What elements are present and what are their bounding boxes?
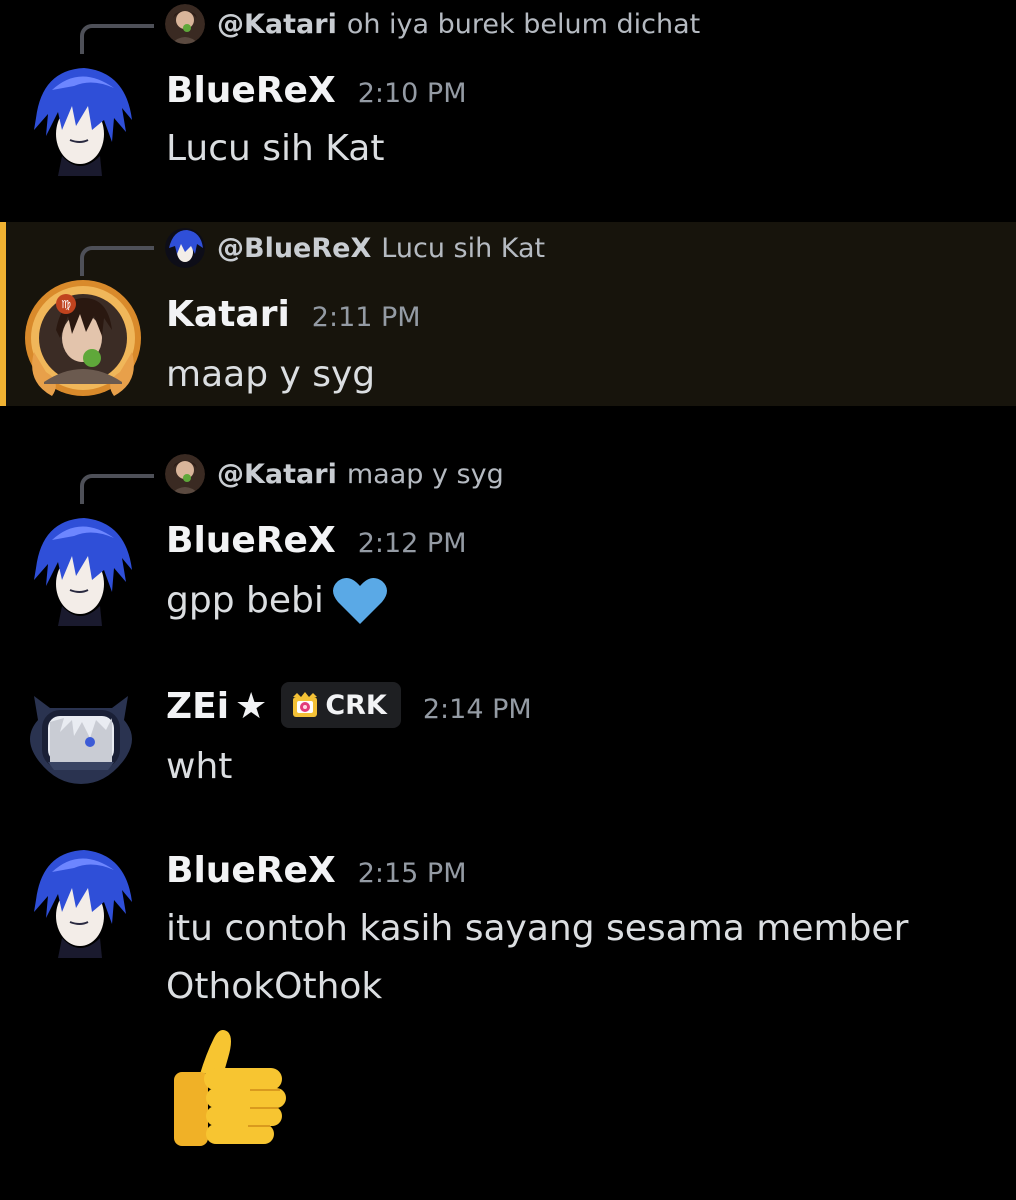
message-header: BlueReX 2:15 PM: [166, 850, 467, 891]
message-header: ZEi ★ CRK 2:14 PM: [166, 682, 532, 732]
server-tag-label: CRK: [325, 689, 387, 721]
username-star: ★: [235, 686, 268, 727]
message-text: wht: [166, 746, 233, 787]
username[interactable]: ZEi: [166, 686, 229, 727]
reply-text[interactable]: maap y syg: [347, 459, 504, 490]
katari-mini-avatar[interactable]: [165, 454, 205, 494]
message-header: Katari 2:11 PM: [166, 294, 421, 335]
message-text-line: gpp bebi: [166, 580, 324, 621]
timestamp[interactable]: 2:10 PM: [358, 78, 467, 109]
bluerex-avatar[interactable]: [22, 842, 138, 958]
username[interactable]: Katari: [166, 294, 290, 335]
bluerex-mini-avatar[interactable]: [165, 228, 205, 268]
svg-text:♍: ♍: [61, 298, 71, 311]
reply-preview[interactable]: @Katari oh iya burek belum dichat: [165, 4, 700, 44]
username[interactable]: BlueReX: [166, 850, 336, 891]
timestamp[interactable]: 2:11 PM: [312, 302, 421, 333]
timestamp[interactable]: 2:12 PM: [358, 528, 467, 559]
reply-preview[interactable]: @BlueReX Lucu sih Kat: [165, 228, 545, 268]
reply-username[interactable]: @Katari: [217, 9, 337, 40]
bluerex-avatar[interactable]: [22, 510, 138, 626]
katari-mini-avatar[interactable]: [165, 4, 205, 44]
thumbs-up-icon: [174, 1030, 286, 1146]
message-2: @BlueReX Lucu sih Kat ♍ Katari 2:11 PM m…: [0, 222, 1016, 406]
reply-username[interactable]: @BlueReX: [217, 233, 371, 264]
reply-preview[interactable]: @Katari maap y syg: [165, 454, 504, 494]
message-text-line: itu contoh kasih sayang sesama member: [166, 908, 909, 949]
reply-text[interactable]: oh iya burek belum dichat: [347, 9, 700, 40]
katari-avatar[interactable]: ♍: [22, 272, 144, 402]
username[interactable]: BlueReX: [166, 520, 336, 561]
message-4: ZEi ★ CRK 2:14 PM wht: [0, 672, 1016, 812]
message-text: Lucu sih Kat: [166, 128, 385, 169]
message-1: @Katari oh iya burek belum dichat BlueRe…: [0, 0, 1016, 200]
timestamp[interactable]: 2:14 PM: [423, 694, 532, 725]
username[interactable]: BlueReX: [166, 70, 336, 111]
bluerex-avatar[interactable]: [22, 60, 138, 176]
message-header: BlueReX 2:12 PM: [166, 520, 467, 561]
server-tag[interactable]: CRK: [281, 682, 401, 728]
message-header: BlueReX 2:10 PM: [166, 70, 467, 111]
reply-text[interactable]: Lucu sih Kat: [381, 233, 545, 264]
reply-connector: [80, 474, 154, 504]
message-5: BlueReX 2:15 PM itu contoh kasih sayang …: [0, 838, 1016, 1178]
blue-heart-icon: [332, 577, 387, 624]
message-text: gpp bebi: [166, 572, 388, 630]
timestamp[interactable]: 2:15 PM: [358, 858, 467, 889]
reply-connector: [80, 24, 154, 54]
crown-icon: [293, 692, 318, 717]
message-text: maap y syg: [166, 354, 376, 395]
message-3: @Katari maap y syg BlueReX 2:12 PM gpp b…: [0, 450, 1016, 650]
reply-username[interactable]: @Katari: [217, 459, 337, 490]
message-text-line: OthokOthok: [166, 966, 383, 1007]
zei-avatar[interactable]: [20, 678, 142, 790]
